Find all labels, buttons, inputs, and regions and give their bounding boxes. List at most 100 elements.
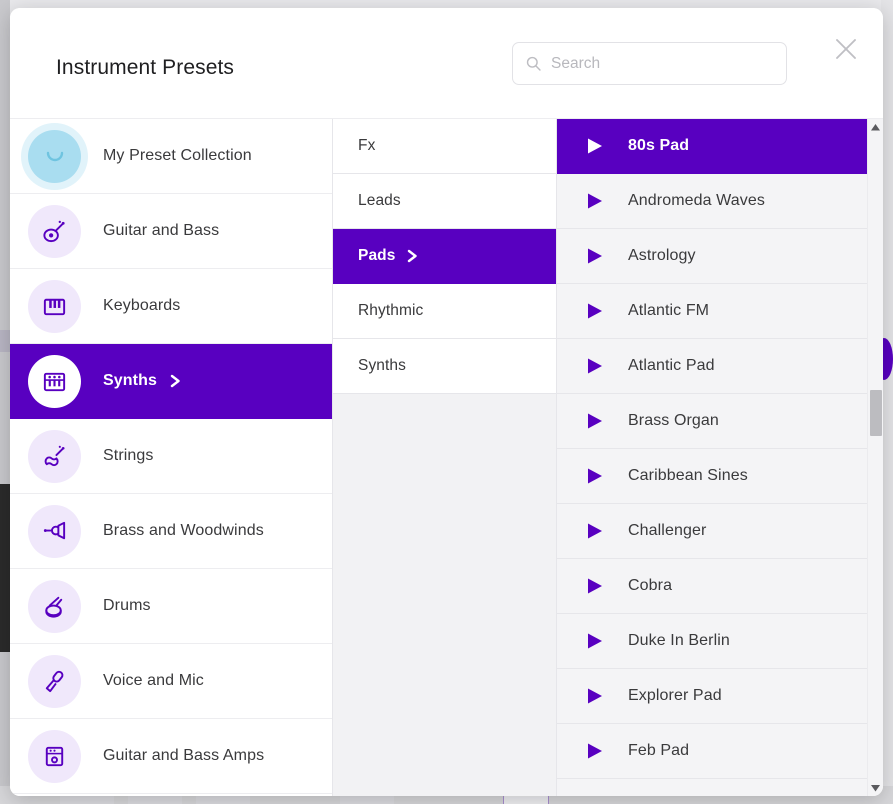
guitar-icon — [28, 205, 81, 258]
subcategory-list: Fx Leads Pads Rhythmic Synths — [333, 119, 557, 796]
instrument-presets-dialog: Instrument Presets My Preset Collection G… — [10, 8, 883, 796]
subcategory-item-fx[interactable]: Fx — [333, 119, 556, 174]
category-item-label: Strings — [103, 447, 154, 465]
preset-item[interactable]: 80s Pad — [557, 119, 883, 174]
preset-item[interactable]: Explorer Pad — [557, 669, 883, 724]
play-triangle-icon[interactable] — [586, 357, 604, 375]
play-triangle-icon[interactable] — [586, 522, 604, 540]
preset-item-label: Andromeda Waves — [628, 192, 765, 210]
preset-item-label: Brass Organ — [628, 412, 719, 430]
play-triangle-icon[interactable] — [586, 467, 604, 485]
scroll-down-button[interactable] — [868, 780, 884, 796]
preset-item[interactable]: Astrology — [557, 229, 883, 284]
smiley-collection-icon — [28, 130, 81, 183]
preset-item[interactable]: Feb Pad — [557, 724, 883, 779]
scroll-down-arrow-icon — [871, 785, 880, 792]
subcategory-expand-chevron — [407, 249, 418, 263]
search-field[interactable] — [512, 42, 787, 85]
subcategory-item-rhythmic[interactable]: Rhythmic — [333, 284, 556, 339]
play-triangle-icon[interactable] — [586, 687, 604, 705]
category-item-strings[interactable]: Strings — [10, 419, 332, 494]
subcategory-item-label: Pads — [358, 247, 395, 265]
category-item-synths[interactable]: Synths — [10, 344, 332, 419]
trumpet-icon — [28, 505, 81, 558]
microphone-icon — [41, 668, 68, 695]
page-title: Instrument Presets — [56, 56, 234, 80]
preset-item[interactable]: Atlantic FM — [557, 284, 883, 339]
category-item-label: Keyboards — [103, 297, 180, 315]
preset-item[interactable]: Atlantic Pad — [557, 339, 883, 394]
preset-item[interactable]: Andromeda Waves — [557, 174, 883, 229]
synthesizer-icon — [28, 355, 81, 408]
preset-item[interactable]: Brass Organ — [557, 394, 883, 449]
play-triangle-icon[interactable] — [586, 577, 604, 595]
drum-icon — [41, 593, 68, 620]
amplifier-icon — [28, 730, 81, 783]
close-button[interactable] — [829, 32, 863, 66]
piano-keys-icon — [41, 293, 68, 320]
subcategory-item-pads[interactable]: Pads — [333, 229, 556, 284]
scrollbar-track[interactable] — [868, 135, 884, 780]
background-dark-panel — [0, 484, 10, 652]
chevron-right-icon — [407, 249, 418, 263]
trumpet-icon — [41, 518, 68, 545]
preset-item-label: Duke In Berlin — [628, 632, 730, 650]
category-item-drums[interactable]: Drums — [10, 569, 332, 644]
scrollbar-thumb[interactable] — [870, 390, 882, 436]
category-item-label: Brass and Woodwinds — [103, 522, 264, 540]
violin-icon — [28, 430, 81, 483]
drum-icon — [28, 580, 81, 633]
synthesizer-icon — [41, 368, 68, 395]
category-item-label: Synths — [103, 372, 157, 390]
background-left-strip — [0, 0, 10, 804]
dialog-body: My Preset Collection Guitar and Bass Keybo… — [10, 118, 883, 796]
category-item-guitar-and-bass[interactable]: Guitar and Bass — [10, 194, 332, 269]
subcategory-item-synths[interactable]: Synths — [333, 339, 556, 394]
preset-item-label: Feb Pad — [628, 742, 689, 760]
play-triangle-icon[interactable] — [586, 412, 604, 430]
subcategory-item-label: Leads — [358, 192, 401, 210]
category-item-label: Guitar and Bass Amps — [103, 747, 264, 765]
preset-item[interactable]: Challenger — [557, 504, 883, 559]
search-input[interactable] — [551, 55, 774, 73]
category-item-label: Guitar and Bass — [103, 222, 219, 240]
category-item-guitar-and-bass-amps[interactable]: Guitar and Bass Amps — [10, 719, 332, 794]
preset-item[interactable]: Caribbean Sines — [557, 449, 883, 504]
category-item-keyboards[interactable]: Keyboards — [10, 269, 332, 344]
subcategory-item-label: Synths — [358, 357, 406, 375]
chevron-right-icon — [170, 374, 181, 388]
play-triangle-icon[interactable] — [586, 742, 604, 760]
amplifier-icon — [41, 743, 68, 770]
play-triangle-icon[interactable] — [586, 632, 604, 650]
preset-item-label: Atlantic Pad — [628, 357, 715, 375]
violin-icon — [41, 443, 68, 470]
scroll-up-arrow-icon — [871, 124, 880, 131]
play-triangle-icon[interactable] — [586, 192, 604, 210]
preset-scrollbar[interactable] — [867, 119, 883, 796]
category-item-brass-and-woodwinds[interactable]: Brass and Woodwinds — [10, 494, 332, 569]
play-triangle-icon[interactable] — [586, 302, 604, 320]
subcategory-item-label: Fx — [358, 137, 375, 155]
microphone-icon — [28, 655, 81, 708]
subcategory-item-label: Rhythmic — [358, 302, 423, 320]
preset-item-label: 80s Pad — [628, 137, 689, 155]
category-item-my-preset-collection[interactable]: My Preset Collection — [10, 119, 332, 194]
preset-list: 80s Pad Andromeda Waves Astrology Atlantic … — [557, 119, 883, 796]
background-left-control — [0, 330, 10, 352]
preset-item-label: Explorer Pad — [628, 687, 722, 705]
preset-item[interactable]: Duke In Berlin — [557, 614, 883, 669]
subcategory-empty-area — [333, 394, 556, 796]
subcategory-item-leads[interactable]: Leads — [333, 174, 556, 229]
category-item-voice-and-mic[interactable]: Voice and Mic — [10, 644, 332, 719]
preset-list-panel: 80s Pad Andromeda Waves Astrology Atlantic … — [557, 119, 883, 796]
preset-item-label: Caribbean Sines — [628, 467, 748, 485]
smiley-collection-icon — [38, 139, 72, 173]
search-icon — [525, 55, 542, 72]
play-triangle-icon[interactable] — [586, 137, 604, 155]
preset-item[interactable]: Cobra — [557, 559, 883, 614]
preset-item-label: Challenger — [628, 522, 706, 540]
preset-item-label: Atlantic FM — [628, 302, 709, 320]
play-triangle-icon[interactable] — [586, 247, 604, 265]
scroll-up-button[interactable] — [868, 119, 884, 135]
piano-keys-icon — [28, 280, 81, 333]
